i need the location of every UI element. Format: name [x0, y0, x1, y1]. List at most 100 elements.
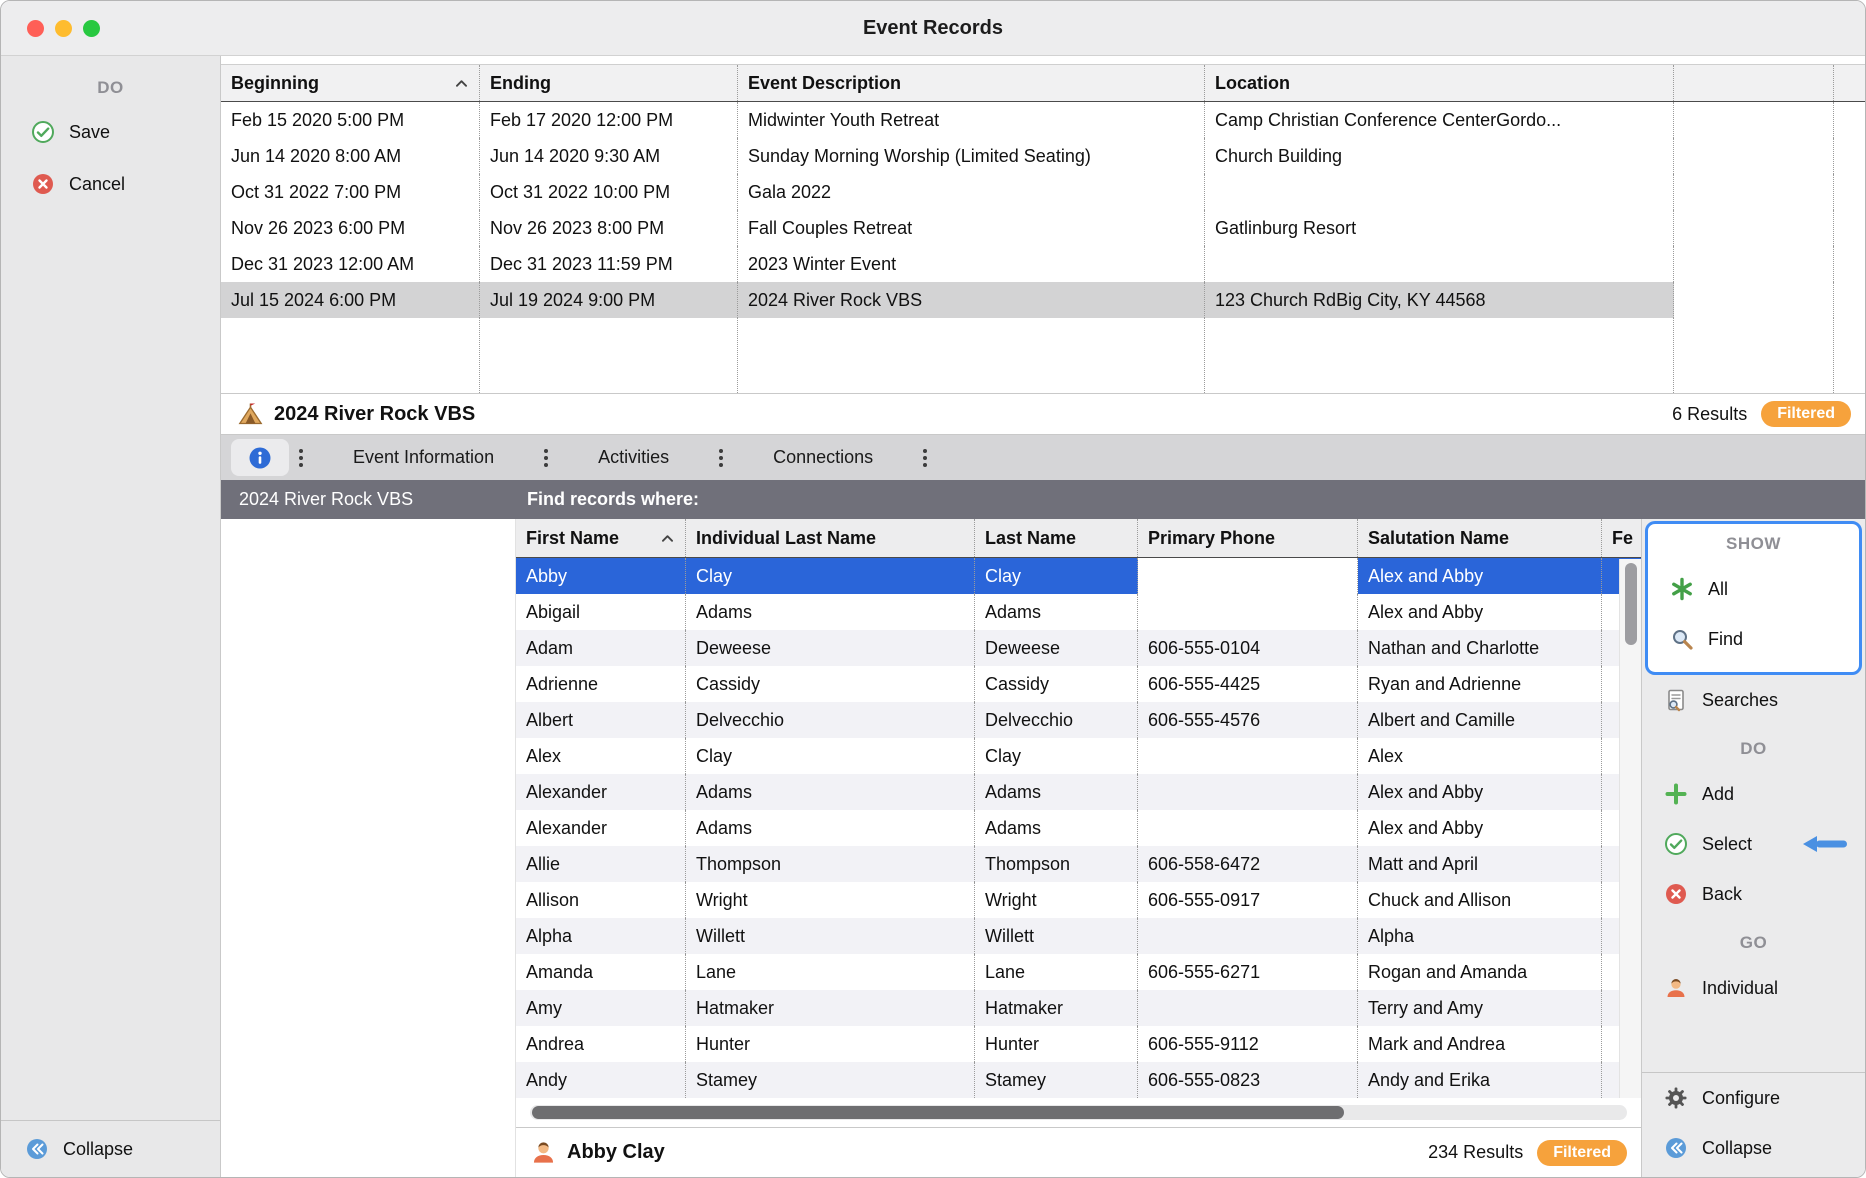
person-row[interactable]: AmandaLaneLane606-555-6271Rogan and Aman… [516, 954, 1641, 990]
vertical-scrollbar-thumb[interactable] [1625, 563, 1637, 645]
person-row[interactable]: AlexanderAdamsAdamsAlex and Abby [516, 810, 1641, 846]
person-row-cell: Chuck and Allison [1358, 882, 1602, 918]
zoom-window-button[interactable] [83, 20, 100, 37]
column-header-individual-last-name[interactable]: Individual Last Name [686, 519, 975, 557]
sort-ascending-icon [660, 533, 675, 544]
person-row[interactable]: AndreaHunterHunter606-555-9112Mark and A… [516, 1026, 1641, 1062]
cancel-button[interactable]: Cancel [1, 158, 220, 210]
person-row-cell: Delvecchio [686, 702, 975, 738]
person-row[interactable]: AdamDeweeseDeweese606-555-0104Nathan and… [516, 630, 1641, 666]
panel-collapse-button[interactable]: Collapse [1642, 1123, 1865, 1173]
event-row-cell [1674, 102, 1834, 138]
person-row[interactable]: AlbertDelvecchioDelvecchio606-555-4576Al… [516, 702, 1641, 738]
person-row-cell: Willett [686, 918, 975, 954]
person-row[interactable]: AbbyClayClayAlex and Abby [516, 558, 1641, 594]
person-row[interactable]: AmyHatmakerHatmakerTerry and Amy [516, 990, 1641, 1026]
person-row[interactable]: AlphaWillettWillettAlpha [516, 918, 1641, 954]
event-row[interactable]: Jun 14 2020 8:00 AMJun 14 2020 9:30 AMSu… [221, 138, 1865, 174]
event-row-cell [1674, 282, 1834, 318]
info-tab-button[interactable] [231, 439, 289, 476]
column-label: Last Name [985, 528, 1076, 549]
person-row-cell: Hatmaker [686, 990, 975, 1026]
person-row-cell: Thompson [975, 846, 1138, 882]
event-row[interactable]: Oct 31 2022 7:00 PMOct 31 2022 10:00 PMG… [221, 174, 1865, 210]
column-header-ending[interactable]: Ending [480, 65, 738, 101]
person-row[interactable]: AbigailAdamsAdamsAlex and Abby [516, 594, 1641, 630]
tab-activities[interactable]: Activities [558, 435, 709, 480]
save-button[interactable]: Save [1, 106, 220, 158]
event-row-cell: Jul 19 2024 9:00 PM [480, 282, 738, 318]
person-row-cell: Ryan and Adrienne [1358, 666, 1602, 702]
person-row-cell [1138, 738, 1358, 774]
sidebar-collapse-button[interactable]: Collapse [1, 1121, 220, 1177]
column-header-location[interactable]: Location [1205, 65, 1674, 101]
vertical-scrollbar[interactable] [1619, 559, 1641, 1098]
back-button[interactable]: Back [1642, 869, 1865, 919]
person-row-cell: Amanda [516, 954, 686, 990]
column-label: Salutation Name [1368, 528, 1509, 549]
tab-menu-dots[interactable] [544, 456, 548, 460]
minimize-window-button[interactable] [55, 20, 72, 37]
event-row[interactable]: Feb 15 2020 5:00 PMFeb 17 2020 12:00 PMM… [221, 102, 1865, 138]
person-row-cell: Andrea [516, 1026, 686, 1062]
horizontal-scrollbar-thumb[interactable] [532, 1106, 1344, 1119]
sidebar-collapse-label: Collapse [63, 1139, 133, 1160]
person-row[interactable]: AdrienneCassidyCassidy606-555-4425Ryan a… [516, 666, 1641, 702]
event-row-cell: Midwinter Youth Retreat [738, 102, 1205, 138]
configure-button[interactable]: Configure [1642, 1073, 1865, 1123]
event-row-cell [1834, 210, 1865, 246]
person-row[interactable]: AlexClayClayAlex [516, 738, 1641, 774]
person-row[interactable]: AndyStameyStamey606-555-0823Andy and Eri… [516, 1062, 1641, 1098]
filler-cell [1834, 318, 1865, 393]
select-label: Select [1702, 834, 1752, 855]
info-icon [248, 446, 272, 470]
add-button[interactable]: Add [1642, 769, 1865, 819]
filler-cell [1674, 318, 1834, 393]
show-section-highlight: SHOW All Find [1645, 521, 1862, 675]
event-row-cell [1205, 246, 1674, 282]
tab-menu-dots[interactable] [719, 456, 723, 460]
individual-label: Individual [1702, 978, 1778, 999]
event-row-cell [1205, 174, 1674, 210]
event-row-cell [1674, 174, 1834, 210]
event-filtered-badge[interactable]: Filtered [1761, 401, 1851, 427]
find-bar: 2024 River Rock VBS Find records where: [221, 480, 1865, 519]
horizontal-scrollbar-track[interactable] [530, 1105, 1627, 1120]
person-row[interactable]: AlexanderAdamsAdamsAlex and Abby [516, 774, 1641, 810]
individual-button[interactable]: Individual [1642, 963, 1865, 1013]
column-label: Ending [490, 73, 551, 94]
column-header-event-description[interactable]: Event Description [738, 65, 1205, 101]
event-row-cell: Gala 2022 [738, 174, 1205, 210]
person-row-cell: Wright [686, 882, 975, 918]
event-row[interactable]: Nov 26 2023 6:00 PMNov 26 2023 8:00 PMFa… [221, 210, 1865, 246]
find-button[interactable]: Find [1648, 614, 1859, 664]
main-area: Beginning Ending Event Description Locat… [221, 56, 1865, 1177]
names-filtered-badge[interactable]: Filtered [1537, 1140, 1627, 1166]
column-header-salutation-name[interactable]: Salutation Name [1358, 519, 1602, 557]
person-row-cell: Adam [516, 630, 686, 666]
column-header-last-name[interactable]: Last Name [975, 519, 1138, 557]
column-header-truncated[interactable]: Fe [1602, 519, 1641, 557]
column-header-beginning[interactable]: Beginning [221, 65, 480, 101]
column-label: Fe [1612, 528, 1633, 549]
close-window-button[interactable] [27, 20, 44, 37]
horizontal-scrollbar[interactable] [516, 1098, 1641, 1127]
asterisk-icon [1670, 577, 1694, 601]
person-row[interactable]: AllisonWrightWright606-555-0917Chuck and… [516, 882, 1641, 918]
searches-button[interactable]: Searches [1642, 675, 1865, 725]
tab-connections[interactable]: Connections [733, 435, 913, 480]
event-row[interactable]: Dec 31 2023 12:00 AMDec 31 2023 11:59 PM… [221, 246, 1865, 282]
column-header-first-name[interactable]: First Name [516, 519, 686, 557]
person-row-cell: Rogan and Amanda [1358, 954, 1602, 990]
show-all-button[interactable]: All [1648, 564, 1859, 614]
column-header-primary-phone[interactable]: Primary Phone [1138, 519, 1358, 557]
tab-menu-dots[interactable] [299, 456, 303, 460]
current-record-title: 2024 River Rock VBS [221, 489, 515, 510]
person-row-cell: Matt and April [1358, 846, 1602, 882]
event-row[interactable]: Jul 15 2024 6:00 PMJul 19 2024 9:00 PM20… [221, 282, 1865, 318]
tab-menu-dots[interactable] [923, 456, 927, 460]
tab-event-information[interactable]: Event Information [313, 435, 534, 480]
person-row[interactable]: AllieThompsonThompson606-558-6472Matt an… [516, 846, 1641, 882]
person-row-cell: Clay [975, 738, 1138, 774]
select-button[interactable]: Select [1642, 819, 1865, 869]
